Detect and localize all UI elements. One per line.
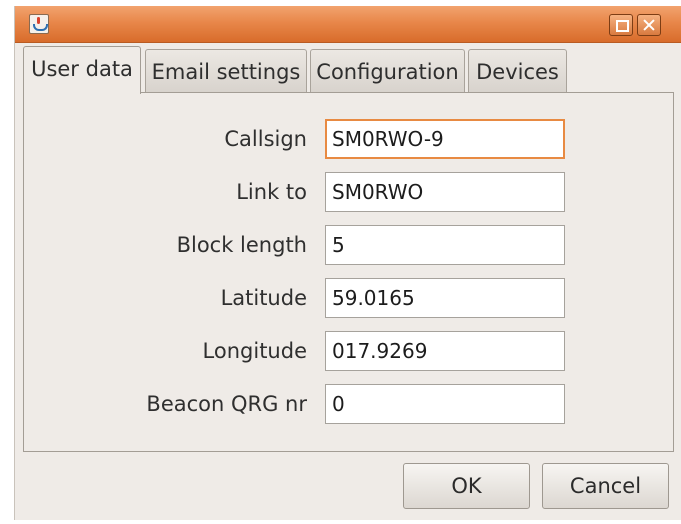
callsign-input[interactable] — [325, 119, 565, 159]
latitude-label: Latitude — [220, 286, 307, 310]
beacon-qrg-input[interactable] — [325, 384, 565, 424]
cancel-button[interactable]: Cancel — [542, 463, 669, 509]
link-to-label: Link to — [236, 180, 307, 204]
latitude-input[interactable] — [325, 278, 565, 318]
tab-configuration[interactable]: Configuration — [310, 49, 465, 94]
ok-button[interactable]: OK — [403, 463, 530, 509]
block-length-input[interactable] — [325, 225, 565, 265]
callsign-label: Callsign — [224, 127, 307, 151]
tab-user-data[interactable]: User data — [23, 46, 141, 94]
settings-dialog: User data Email settings Configuration D… — [14, 6, 681, 520]
title-bar[interactable] — [15, 6, 681, 43]
close-icon[interactable] — [637, 14, 661, 36]
tab-devices[interactable]: Devices — [468, 49, 567, 94]
longitude-label: Longitude — [202, 339, 307, 363]
link-to-input[interactable] — [325, 172, 565, 212]
longitude-input[interactable] — [325, 331, 565, 371]
block-length-label: Block length — [176, 233, 307, 257]
java-app-icon — [29, 14, 49, 34]
beacon-qrg-label: Beacon QRG nr — [146, 392, 307, 416]
maximize-icon[interactable] — [609, 14, 633, 36]
tab-email-settings[interactable]: Email settings — [145, 49, 307, 94]
user-data-panel: Callsign Link to Block length Latitude L… — [23, 92, 674, 452]
